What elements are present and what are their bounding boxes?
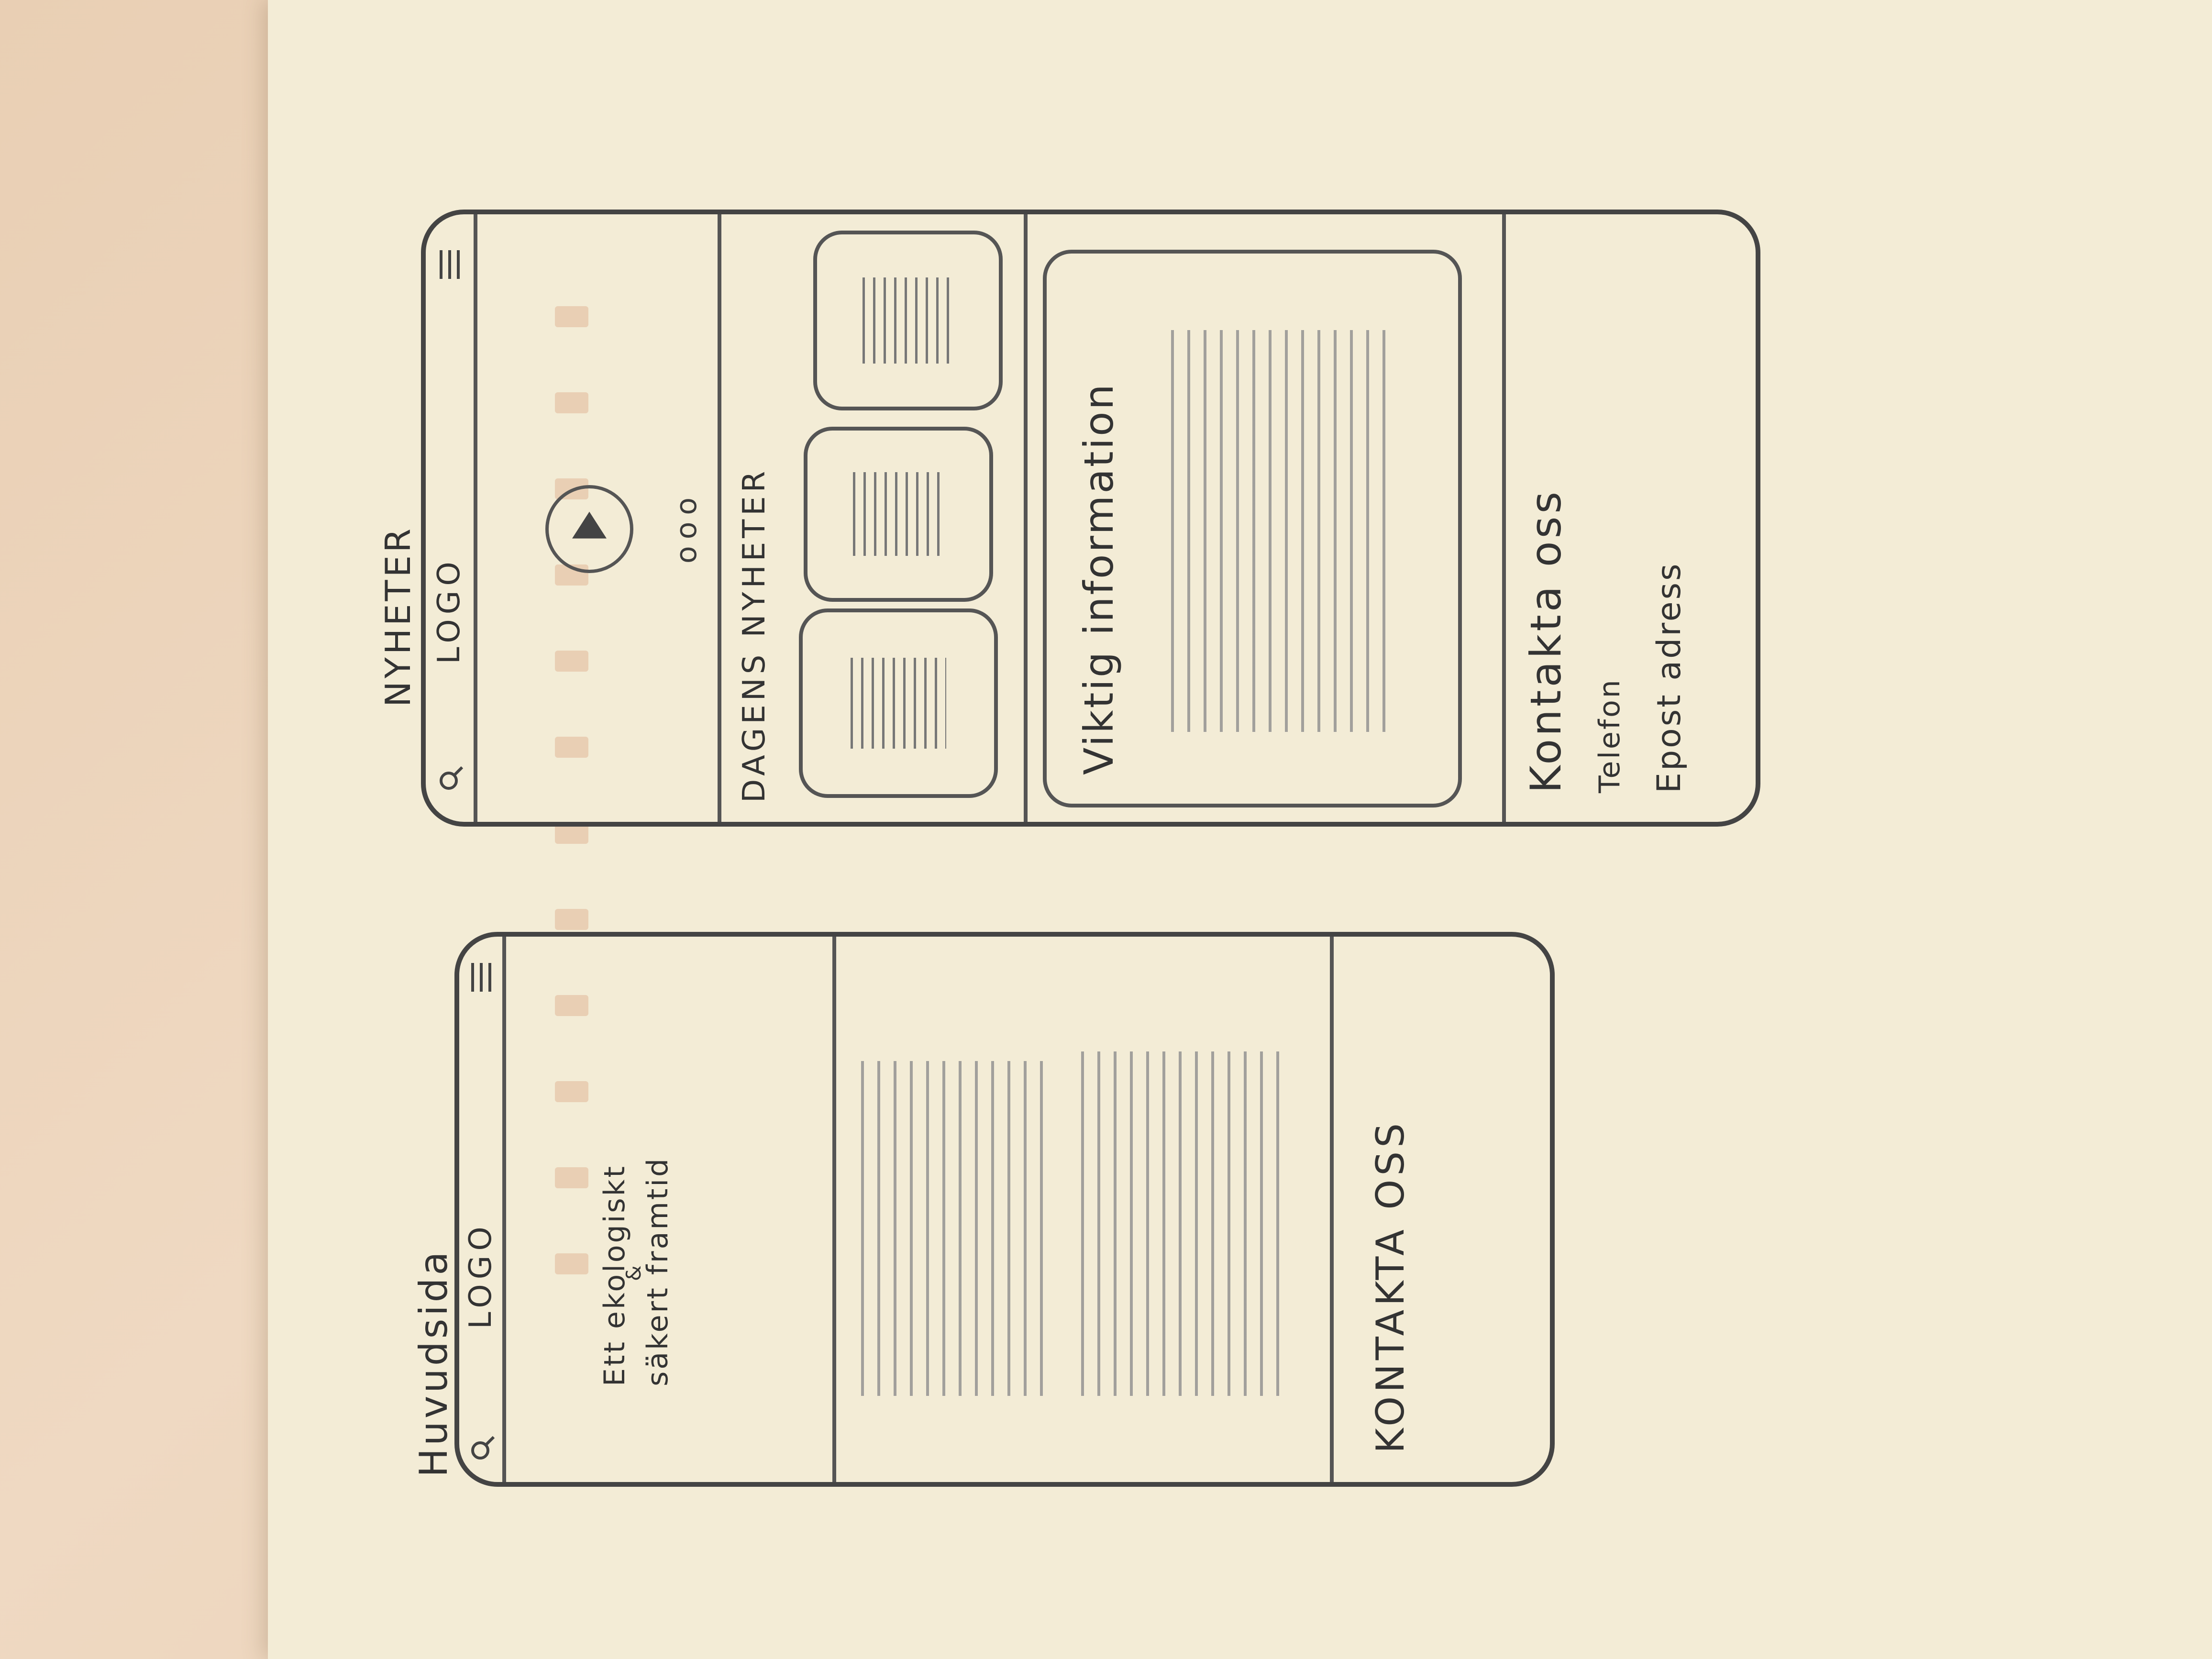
contact-email[interactable]: Epost adress bbox=[1650, 562, 1688, 793]
news-section: DAGENS NYHETER bbox=[718, 214, 1028, 822]
sketch-canvas: Huvudsida LOGO Ett ekologiskt & säkert f… bbox=[0, 0, 2212, 1659]
news-heading: DAGENS NYHETER bbox=[737, 467, 772, 803]
hero-text-line3: säkert framtid bbox=[641, 1156, 675, 1386]
hamburger-menu-icon[interactable] bbox=[435, 248, 464, 281]
news-card[interactable] bbox=[813, 231, 1003, 410]
content-block-1 bbox=[832, 937, 1062, 1482]
hero-section: Ett ekologiskt & säkert framtid bbox=[502, 937, 836, 1482]
footer-section: KONTAKTA OSS bbox=[1330, 937, 1540, 1482]
contact-link[interactable]: KONTAKTA OSS bbox=[1368, 1119, 1413, 1453]
logo[interactable]: LOGO bbox=[431, 557, 467, 664]
hamburger-menu-icon[interactable] bbox=[467, 961, 496, 994]
text-placeholder-lines bbox=[861, 1061, 1043, 1396]
header-bar: LOGO bbox=[426, 214, 477, 822]
contact-phone[interactable]: Telefon bbox=[1593, 678, 1626, 793]
search-icon[interactable] bbox=[436, 764, 465, 793]
phone-frame-home: LOGO Ett ekologiskt & säkert framtid KON… bbox=[454, 932, 1555, 1487]
header-bar: LOGO bbox=[459, 937, 506, 1482]
carousel-dots[interactable]: ooo bbox=[670, 491, 703, 564]
info-card: Viktig information bbox=[1043, 250, 1462, 807]
news-card[interactable] bbox=[799, 608, 998, 798]
page-title-news: NYHETER bbox=[378, 526, 418, 707]
news-card[interactable] bbox=[804, 427, 993, 602]
contact-heading: Kontakta oss bbox=[1521, 488, 1571, 793]
page-title-home: Huvudsida bbox=[411, 1249, 456, 1477]
text-placeholder-lines bbox=[1081, 1051, 1292, 1396]
info-heading: Viktig information bbox=[1075, 382, 1122, 775]
logo[interactable]: LOGO bbox=[463, 1222, 498, 1329]
contact-section: Kontakta oss Telefon Epost adress bbox=[1502, 214, 1751, 822]
content-block-2 bbox=[1062, 937, 1334, 1482]
phone-frame-news: LOGO ooo DAGENS NYHETER Viktig informati… bbox=[421, 210, 1760, 827]
text-placeholder-lines bbox=[1171, 330, 1391, 732]
info-section: Viktig information bbox=[1024, 214, 1506, 822]
video-hero-section: ooo bbox=[474, 214, 721, 822]
play-icon[interactable] bbox=[545, 485, 633, 573]
search-icon[interactable] bbox=[468, 1434, 497, 1463]
